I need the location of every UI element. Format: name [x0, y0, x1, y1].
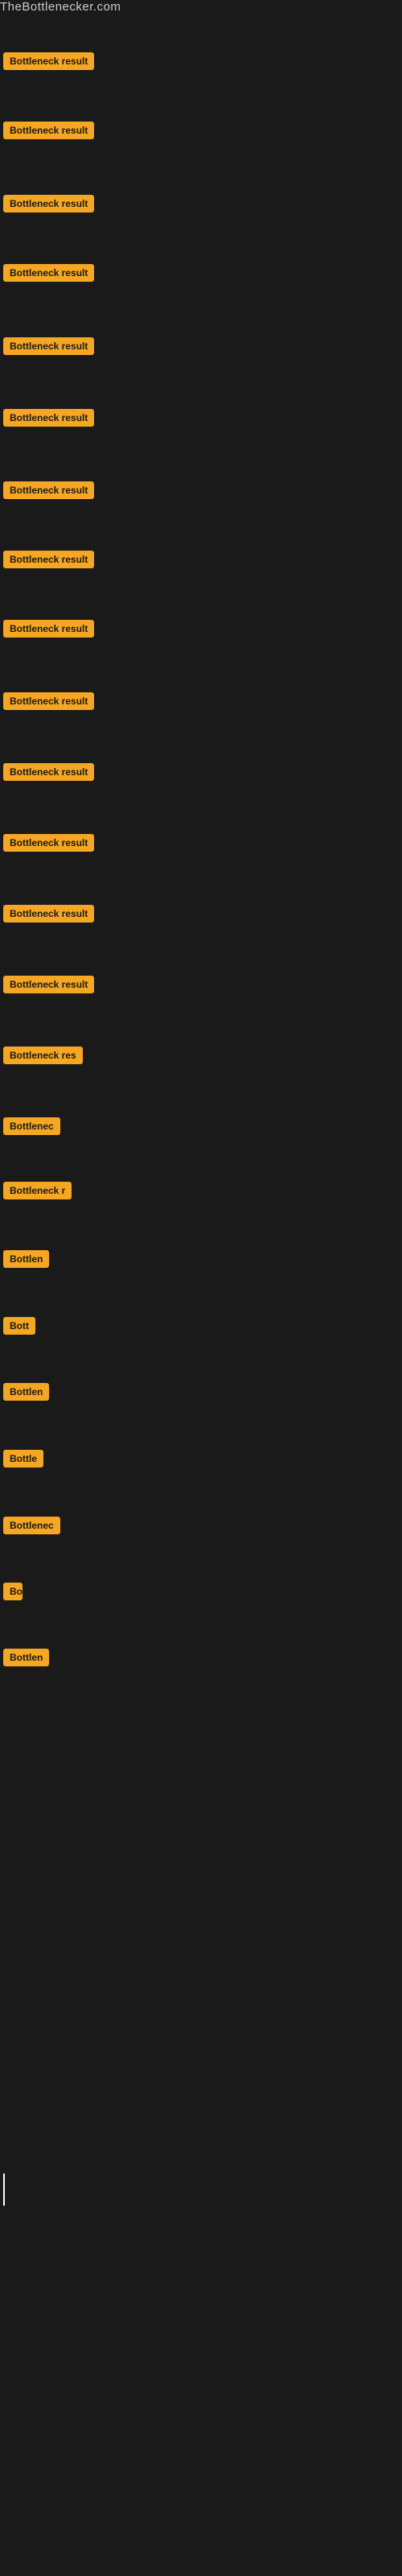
bottleneck-badge-19[interactable]: Bott — [3, 1317, 35, 1335]
result-row-9: Bottleneck result — [0, 613, 402, 644]
bottleneck-badge-24[interactable]: Bottlen — [3, 1649, 49, 1666]
result-row-1: Bottleneck result — [0, 46, 402, 76]
result-row-16: Bottlenec — [0, 1111, 402, 1141]
result-row-3: Bottleneck result — [0, 188, 402, 219]
bottleneck-badge-12[interactable]: Bottleneck result — [3, 834, 94, 852]
result-row-24: Bottlen — [0, 1642, 402, 1673]
bottleneck-badge-18[interactable]: Bottlen — [3, 1250, 49, 1268]
result-row-10: Bottleneck result — [0, 686, 402, 716]
result-row-20: Bottlen — [0, 1377, 402, 1407]
result-row-21: Bottle — [0, 1443, 402, 1474]
bottleneck-badge-10[interactable]: Bottleneck result — [3, 692, 94, 710]
result-row-17: Bottleneck r — [0, 1175, 402, 1206]
bottleneck-badge-7[interactable]: Bottleneck result — [3, 481, 94, 499]
bottleneck-badge-15[interactable]: Bottleneck res — [3, 1046, 83, 1064]
bottleneck-badge-13[interactable]: Bottleneck result — [3, 905, 94, 923]
result-row-23: Bo — [0, 1576, 402, 1607]
result-row-13: Bottleneck result — [0, 898, 402, 929]
bottleneck-badge-23[interactable]: Bo — [3, 1583, 23, 1600]
result-row-19: Bott — [0, 1311, 402, 1341]
bottleneck-badge-16[interactable]: Bottlenec — [3, 1117, 60, 1135]
bottleneck-badge-21[interactable]: Bottle — [3, 1450, 43, 1468]
text-cursor — [3, 2174, 5, 2206]
result-row-15: Bottleneck res — [0, 1040, 402, 1071]
result-row-8: Bottleneck result — [0, 544, 402, 575]
bottleneck-badge-8[interactable]: Bottleneck result — [3, 551, 94, 568]
result-row-22: Bottlenec — [0, 1510, 402, 1541]
bottleneck-badge-1[interactable]: Bottleneck result — [3, 52, 94, 70]
bottleneck-badge-14[interactable]: Bottleneck result — [3, 976, 94, 993]
bottleneck-badge-3[interactable]: Bottleneck result — [3, 195, 94, 213]
bottleneck-badge-17[interactable]: Bottleneck r — [3, 1182, 72, 1199]
bottleneck-badge-9[interactable]: Bottleneck result — [3, 620, 94, 638]
bottleneck-badge-11[interactable]: Bottleneck result — [3, 763, 94, 781]
result-row-6: Bottleneck result — [0, 402, 402, 433]
result-row-18: Bottlen — [0, 1244, 402, 1274]
bottleneck-badge-20[interactable]: Bottlen — [3, 1383, 49, 1401]
bottleneck-badge-5[interactable]: Bottleneck result — [3, 337, 94, 355]
result-row-14: Bottleneck result — [0, 969, 402, 1000]
bottleneck-badge-2[interactable]: Bottleneck result — [3, 122, 94, 139]
result-row-7: Bottleneck result — [0, 475, 402, 506]
result-row-2: Bottleneck result — [0, 115, 402, 146]
result-row-12: Bottleneck result — [0, 828, 402, 858]
bottleneck-badge-6[interactable]: Bottleneck result — [3, 409, 94, 427]
result-row-5: Bottleneck result — [0, 331, 402, 361]
bottleneck-badge-4[interactable]: Bottleneck result — [3, 264, 94, 282]
results-container: Bottleneck result Bottleneck result Bottle… — [0, 0, 402, 2576]
result-row-11: Bottleneck result — [0, 757, 402, 787]
bottleneck-badge-22[interactable]: Bottlenec — [3, 1517, 60, 1534]
result-row-4: Bottleneck result — [0, 258, 402, 288]
